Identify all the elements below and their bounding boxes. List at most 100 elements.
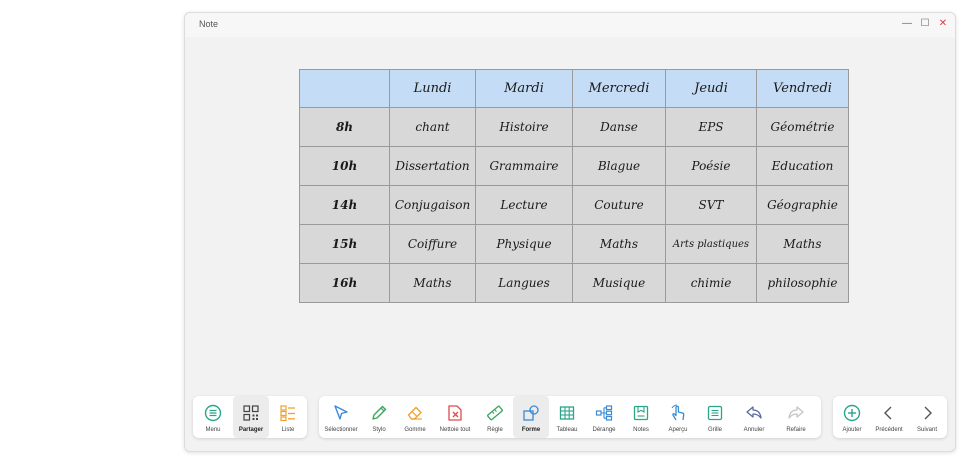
toolbar-label: Sélectionner	[324, 427, 358, 433]
table-cell[interactable]: Coiffure	[389, 224, 476, 264]
table-cell[interactable]: Langues	[475, 263, 573, 303]
table-cell[interactable]: chimie	[665, 263, 757, 303]
table-cell[interactable]: 14h	[299, 185, 390, 225]
toolbar-left-group: Menu Partager Liste	[193, 396, 307, 438]
share-button[interactable]: Partager	[233, 396, 269, 438]
table-cell[interactable]: Education	[756, 146, 849, 186]
table-cell[interactable]: Géométrie	[756, 107, 849, 147]
preview-tool-button[interactable]: Aperçu	[659, 396, 697, 438]
table-row: 14h Conjugaison Lecture Couture SVT Géog…	[299, 185, 849, 225]
table-cell[interactable]: Mardi	[475, 69, 573, 108]
mindmap-tool-button[interactable]: Dérange	[585, 396, 623, 438]
undo-button[interactable]: Annuler	[733, 396, 775, 438]
table-cell[interactable]: Jeudi	[665, 69, 757, 108]
close-button[interactable]: ✕	[935, 16, 951, 32]
toolbar-label: Tableau	[556, 427, 578, 433]
table-header-row: Lundi Mardi Mercredi Jeudi Vendredi	[299, 69, 849, 108]
table-cell[interactable]: Maths	[572, 224, 666, 264]
hand-pointer-icon	[671, 404, 685, 421]
eraser-tool-button[interactable]: Gomme	[397, 396, 433, 438]
toolbar-label: Gomme	[404, 427, 426, 433]
table-icon	[559, 406, 575, 420]
table-row: 8h chant Histoire Danse EPS Géométrie	[299, 107, 849, 147]
table-cell[interactable]: Mercredi	[572, 69, 666, 108]
toolbar-label: Suivant	[916, 427, 937, 433]
table-row: 16h Maths Langues Musique chimie philoso…	[299, 263, 849, 303]
clear-all-icon	[448, 405, 462, 421]
mindmap-icon	[595, 405, 613, 421]
table-cell[interactable]: SVT	[665, 185, 757, 225]
table-cell[interactable]: Maths	[756, 224, 849, 264]
ruler-tool-button[interactable]: Règle	[477, 396, 513, 438]
table-cell[interactable]: Conjugaison	[389, 185, 476, 225]
table-cell[interactable]: Physique	[475, 224, 573, 264]
shape-tool-button[interactable]: Forme	[513, 396, 549, 438]
table-tool-button[interactable]: Tableau	[549, 396, 585, 438]
chevron-right-icon	[924, 406, 932, 420]
pen-tool-button[interactable]: Stylo	[361, 396, 397, 438]
table-cell[interactable]: Poésie	[665, 146, 757, 186]
menu-icon	[204, 404, 222, 422]
toolbar-label: Forme	[521, 427, 541, 433]
pen-icon	[372, 405, 387, 420]
cursor-icon	[334, 405, 348, 420]
redo-button[interactable]: Refaire	[775, 396, 817, 438]
table-cell[interactable]: Danse	[572, 107, 666, 147]
table-cell[interactable]: 10h	[299, 146, 390, 186]
toolbar-label: Dérange	[592, 427, 616, 433]
menu-button[interactable]: Menu	[195, 396, 231, 438]
table-cell[interactable]: 8h	[299, 107, 390, 147]
table-cell[interactable]: Grammaire	[475, 146, 573, 186]
eraser-icon	[407, 406, 422, 420]
toolbar-label: Nettoie tout	[439, 427, 471, 433]
notes-icon	[633, 405, 649, 421]
add-icon	[843, 404, 861, 422]
maximize-button[interactable]: ☐	[917, 16, 933, 32]
toolbar-label: Ajouter	[842, 427, 862, 433]
table-cell[interactable]: chant	[389, 107, 476, 147]
timetable[interactable]: Lundi Mardi Mercredi Jeudi Vendredi 8h c…	[299, 69, 849, 303]
table-cell[interactable]: 15h	[299, 224, 390, 264]
table-cell[interactable]: Dissertation	[389, 146, 476, 186]
table-cell[interactable]: Arts plastiques	[665, 224, 757, 264]
table-row: 15h Coiffure Physique Maths Arts plastiq…	[299, 224, 849, 264]
window-title: Note	[199, 19, 219, 29]
table-cell[interactable]	[299, 69, 390, 108]
table-cell[interactable]: Histoire	[475, 107, 573, 147]
select-tool-button[interactable]: Sélectionner	[321, 396, 361, 438]
toolbar-label: Liste	[281, 427, 295, 433]
redo-icon	[788, 406, 804, 419]
minimize-button[interactable]: —	[899, 16, 915, 32]
notes-tool-button[interactable]: Notes	[623, 396, 659, 438]
toolbar-label: Stylo	[372, 427, 386, 433]
table-cell[interactable]: 16h	[299, 263, 390, 303]
shapes-icon	[523, 405, 539, 421]
share-grid-icon	[243, 405, 259, 421]
next-page-button[interactable]: Suivant	[909, 396, 945, 438]
note-window: Note — ☐ ✕ Lundi Mardi Mercredi Jeudi Ve…	[184, 12, 956, 452]
list-button[interactable]: Liste	[271, 396, 305, 438]
table-cell[interactable]: Lundi	[389, 69, 476, 108]
table-cell[interactable]: EPS	[665, 107, 757, 147]
table-cell[interactable]: Lecture	[475, 185, 573, 225]
toolbar-label: Menu	[205, 427, 221, 433]
table-cell[interactable]: Musique	[572, 263, 666, 303]
toolbar-label: Règle	[487, 427, 503, 433]
previous-page-button[interactable]: Précédent	[869, 396, 909, 438]
chevron-left-icon	[884, 406, 892, 420]
clear-all-button[interactable]: Nettoie tout	[433, 396, 477, 438]
table-cell[interactable]: philosophie	[756, 263, 849, 303]
table-cell[interactable]: Maths	[389, 263, 476, 303]
table-cell[interactable]: Blague	[572, 146, 666, 186]
toolbar-label: Notes	[633, 427, 649, 433]
table-cell[interactable]: Géographie	[756, 185, 849, 225]
toolbar-label: Grille	[707, 427, 722, 433]
table-cell[interactable]: Couture	[572, 185, 666, 225]
grid-tool-button[interactable]: Grille	[697, 396, 733, 438]
toolbar-tools-group: Sélectionner Stylo Gomme Nettoie tout Rè…	[319, 396, 821, 438]
add-page-button[interactable]: Ajouter	[835, 396, 869, 438]
toolbar-nav-group: Ajouter Précédent Suivant	[833, 396, 947, 438]
undo-icon	[746, 406, 762, 419]
ruler-icon	[487, 405, 503, 421]
table-cell[interactable]: Vendredi	[756, 69, 849, 108]
